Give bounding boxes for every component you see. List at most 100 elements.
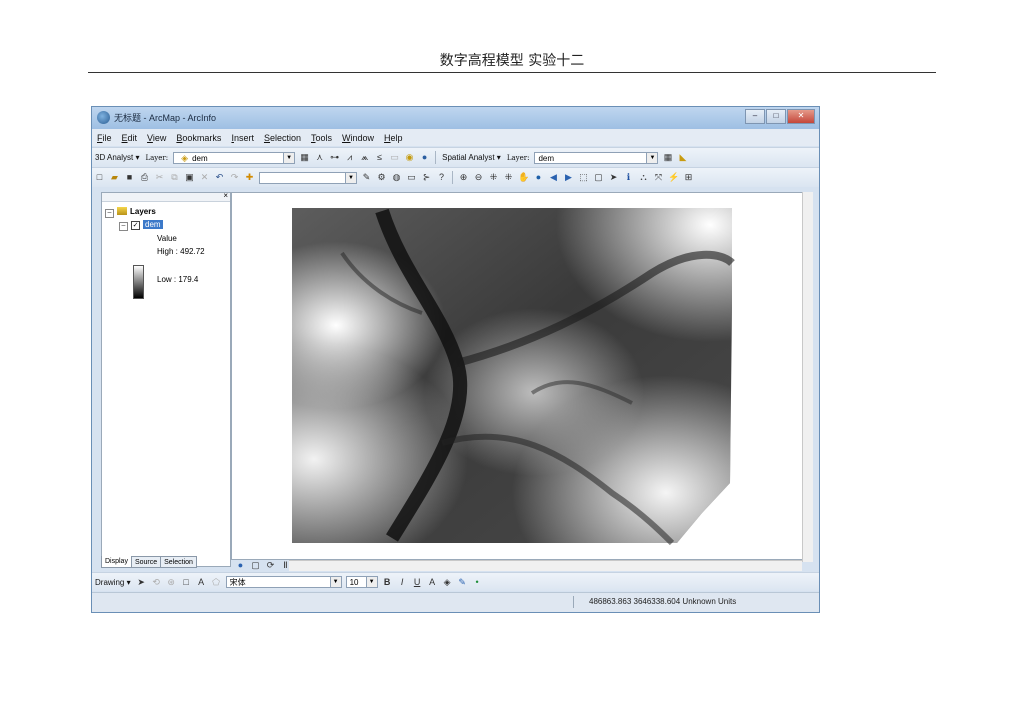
font-color-icon[interactable]: A xyxy=(427,577,438,588)
zoom-in-icon[interactable]: ⊕ xyxy=(458,172,469,183)
bold-button[interactable]: B xyxy=(382,577,393,588)
whats-this-icon[interactable]: ? xyxy=(436,172,447,183)
menu-bookmarks[interactable]: Bookmarks xyxy=(171,133,226,143)
toc-header: × xyxy=(102,191,230,202)
toc-dem-row[interactable]: – ✓ dem xyxy=(119,220,163,231)
new-document-icon[interactable]: □ xyxy=(94,172,105,183)
contour-tool-icon[interactable]: ◣ xyxy=(677,152,688,163)
menu-window[interactable]: Window xyxy=(337,133,379,143)
arccatalog-icon[interactable]: ◍ xyxy=(391,172,402,183)
close-button[interactable]: ✕ xyxy=(787,109,815,124)
map-vertical-scrollbar[interactable] xyxy=(802,192,813,562)
underline-button[interactable]: U xyxy=(412,577,423,588)
fill-color-icon[interactable]: ◈ xyxy=(442,577,453,588)
add-data-icon[interactable]: ✚ xyxy=(244,172,255,183)
cut-icon[interactable]: ✂ xyxy=(154,172,165,183)
text-tool-icon[interactable]: A xyxy=(196,577,207,588)
menu-help[interactable]: Help xyxy=(379,133,408,143)
3d-layer-dropdown[interactable]: ◈ dem ▼ xyxy=(173,151,296,164)
tab-selection[interactable]: Selection xyxy=(160,556,197,568)
paste-icon[interactable]: ▣ xyxy=(184,172,195,183)
font-name-dropdown[interactable]: 宋体 ▼ xyxy=(225,576,342,588)
dem-layer-label[interactable]: dem xyxy=(143,220,163,229)
zoom-to-elements-icon[interactable]: ⊛ xyxy=(166,577,177,588)
map-horizontal-scrollbar[interactable] xyxy=(289,560,802,571)
tab-display[interactable]: Display xyxy=(101,556,132,568)
hillshade-icon[interactable]: ▦ xyxy=(299,152,310,163)
marker-color-icon[interactable]: • xyxy=(472,577,483,588)
rectangle-icon[interactable]: □ xyxy=(181,577,192,588)
toc-layers-row[interactable]: – Layers xyxy=(105,207,156,218)
model-builder-icon[interactable]: ⊱ xyxy=(421,172,432,183)
layer-visibility-checkbox[interactable]: ✓ xyxy=(131,221,140,230)
chevron-down-icon[interactable]: ▼ xyxy=(329,577,341,587)
drawing-menu[interactable]: Drawing ▾ xyxy=(92,578,134,587)
histogram-icon[interactable]: ▦ xyxy=(662,152,673,163)
menu-edit[interactable]: Edit xyxy=(117,133,143,143)
tab-source[interactable]: Source xyxy=(130,556,162,568)
editor-icon[interactable]: ✎ xyxy=(361,172,372,183)
open-folder-icon[interactable]: ▰ xyxy=(109,172,120,183)
arcglobe-icon[interactable]: ● xyxy=(419,152,430,163)
arctoolbox-icon[interactable]: ⚙ xyxy=(376,172,387,183)
copy-icon[interactable]: ⧉ xyxy=(169,172,180,183)
chevron-down-icon[interactable]: ▼ xyxy=(345,172,356,183)
contour-icon[interactable]: ⋏ xyxy=(314,152,325,163)
clear-selection-icon[interactable]: ▢ xyxy=(593,172,604,183)
collapse-icon[interactable]: – xyxy=(119,222,128,231)
globe-icon[interactable]: ● xyxy=(533,172,544,183)
profile-graph-icon[interactable]: ▭ xyxy=(389,152,400,163)
data-view-icon[interactable]: ● xyxy=(235,560,246,571)
menu-file[interactable]: File xyxy=(92,133,117,143)
chevron-down-icon[interactable]: ▼ xyxy=(283,152,295,163)
map-display[interactable] xyxy=(231,192,807,560)
identify-icon[interactable]: ℹ xyxy=(623,172,634,183)
profile-icon[interactable]: ⩘ xyxy=(344,152,355,163)
interpolate-line-icon[interactable]: ≤ xyxy=(374,152,385,163)
title-bar[interactable]: 无标题 - ArcMap - ArcInfo – □ ✕ xyxy=(92,107,819,129)
line-color-icon[interactable]: ✎ xyxy=(457,577,468,588)
forward-arrow-icon[interactable]: ▶ xyxy=(563,172,574,183)
fixed-zoom-in-icon[interactable]: ⁜ xyxy=(488,172,499,183)
spatial-analyst-menu[interactable]: Spatial Analyst ▾ xyxy=(439,153,504,162)
close-icon[interactable]: × xyxy=(223,191,228,200)
pan-hand-icon[interactable]: ✋ xyxy=(518,172,529,183)
steepest-path-icon[interactable]: ⩕ xyxy=(359,152,370,163)
chevron-down-icon[interactable]: ▼ xyxy=(365,577,377,587)
font-size-dropdown[interactable]: 10 ▼ xyxy=(345,576,378,588)
back-arrow-icon[interactable]: ◀ xyxy=(548,172,559,183)
3d-analyst-menu[interactable]: 3D Analyst ▾ xyxy=(92,153,142,162)
binoculars-icon[interactable]: ⛬ xyxy=(638,172,649,183)
select-features-icon[interactable]: ⬚ xyxy=(578,172,589,183)
hyperlink-icon[interactable]: ⚡ xyxy=(668,172,679,183)
arrow-pointer-icon[interactable]: ➤ xyxy=(608,172,619,183)
maximize-button[interactable]: □ xyxy=(766,109,786,124)
menu-insert[interactable]: Insert xyxy=(226,133,259,143)
map-scale-dropdown[interactable]: ▼ xyxy=(259,171,357,184)
fixed-zoom-out-icon[interactable]: ⁜ xyxy=(503,172,514,183)
italic-button[interactable]: I xyxy=(397,577,408,588)
collapse-icon[interactable]: – xyxy=(105,209,114,218)
edit-vertices-icon[interactable]: ⬠ xyxy=(211,577,222,588)
menu-selection[interactable]: Selection xyxy=(259,133,306,143)
layout-icon[interactable]: ⊞ xyxy=(683,172,694,183)
redo-icon[interactable]: ↷ xyxy=(229,172,240,183)
menu-tools[interactable]: Tools xyxy=(306,133,337,143)
measure-icon[interactable]: ⤧ xyxy=(653,172,664,183)
zoom-out-icon[interactable]: ⊖ xyxy=(473,172,484,183)
chevron-down-icon[interactable]: ▼ xyxy=(646,152,658,163)
select-elements-icon[interactable]: ➤ xyxy=(136,577,147,588)
delete-icon[interactable]: ✕ xyxy=(199,172,210,183)
print-icon[interactable]: ⎙ xyxy=(139,172,150,183)
rotate-icon[interactable]: ⟲ xyxy=(151,577,162,588)
line-of-sight-icon[interactable]: ⊶ xyxy=(329,152,340,163)
minimize-button[interactable]: – xyxy=(745,109,765,124)
arcscene-icon[interactable]: ◉ xyxy=(404,152,415,163)
save-icon[interactable]: ■ xyxy=(124,172,135,183)
undo-icon[interactable]: ↶ xyxy=(214,172,225,183)
layout-view-icon[interactable]: ▢ xyxy=(250,560,261,571)
spatial-layer-dropdown[interactable]: dem ▼ xyxy=(534,151,659,164)
command-line-icon[interactable]: ▭ xyxy=(406,172,417,183)
menu-view[interactable]: View xyxy=(142,133,171,143)
refresh-icon[interactable]: ⟳ xyxy=(265,560,276,571)
